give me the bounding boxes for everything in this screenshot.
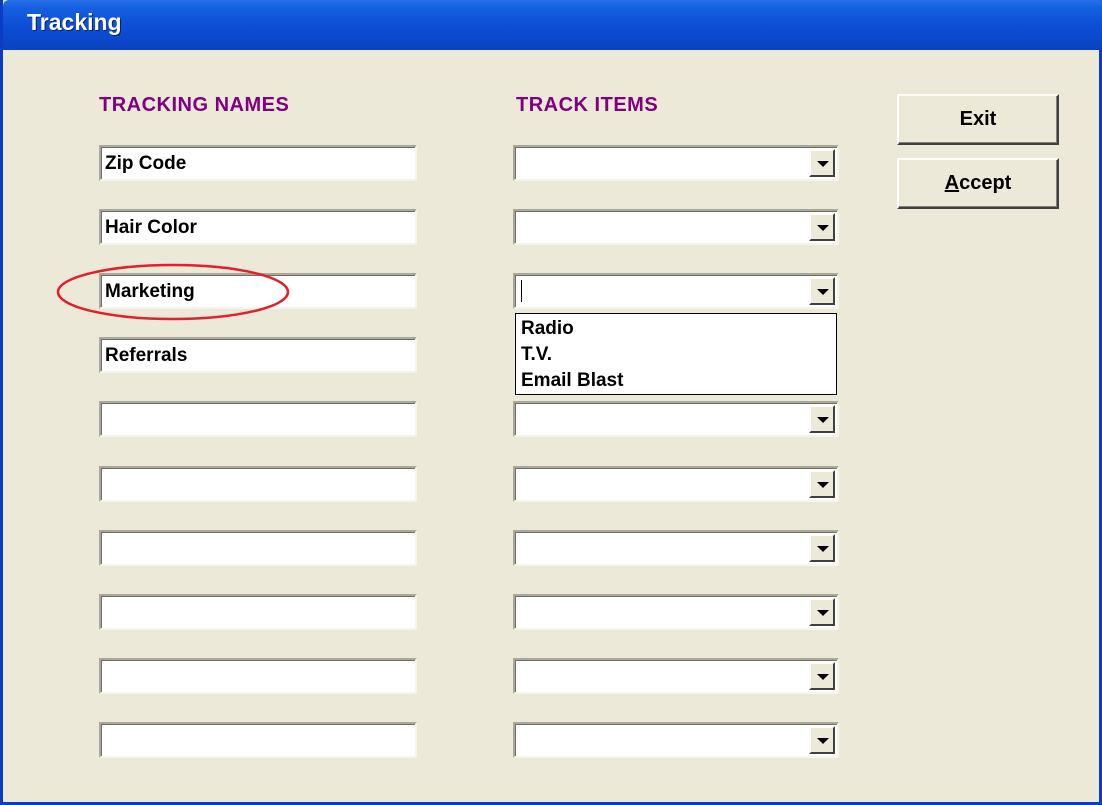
- exit-button[interactable]: Exit: [897, 94, 1059, 145]
- tracking-name-field[interactable]: [99, 594, 417, 630]
- track-item-combo[interactable]: [513, 594, 839, 630]
- tracking-name-field[interactable]: [99, 401, 417, 437]
- tracking-name-field[interactable]: Zip Code: [99, 145, 417, 181]
- track-items-header: TRACK ITEMS: [516, 94, 659, 116]
- track-item-combo[interactable]: [513, 145, 839, 181]
- track-item-combo-marketing[interactable]: [513, 273, 839, 309]
- track-items-dropdown-list[interactable]: Radio T.V. Email Blast: [515, 313, 837, 395]
- accept-label: ccept: [959, 172, 1012, 194]
- chevron-down-icon[interactable]: [809, 149, 835, 177]
- tracking-name-field[interactable]: Hair Color: [99, 209, 417, 245]
- text-caret: [521, 280, 522, 302]
- tracking-name-field[interactable]: Marketing: [99, 273, 417, 309]
- accept-button[interactable]: Accept: [897, 158, 1059, 209]
- tracking-name-field[interactable]: [99, 466, 417, 502]
- track-item-combo[interactable]: [513, 209, 839, 245]
- track-item-combo[interactable]: [513, 722, 839, 758]
- chevron-down-icon[interactable]: [809, 470, 835, 498]
- chevron-down-icon[interactable]: [809, 662, 835, 690]
- tracking-window: Tracking TRACKING NAMES TRACK ITEMS Zip …: [0, 0, 1102, 805]
- tracking-name-field[interactable]: Referrals: [99, 337, 417, 373]
- title-bar[interactable]: Tracking: [3, 0, 1102, 50]
- tracking-name-field[interactable]: [99, 722, 417, 758]
- tracking-name-field[interactable]: [99, 530, 417, 566]
- track-item-combo[interactable]: [513, 658, 839, 694]
- track-item-combo[interactable]: [513, 401, 839, 437]
- chevron-down-icon[interactable]: [809, 277, 835, 305]
- chevron-down-icon[interactable]: [809, 213, 835, 241]
- track-item-combo[interactable]: [513, 530, 839, 566]
- window-title: Tracking: [27, 9, 122, 35]
- accept-accelerator: A: [944, 172, 960, 194]
- dropdown-option-tv[interactable]: T.V.: [521, 342, 836, 368]
- tracking-name-field[interactable]: [99, 658, 417, 694]
- chevron-down-icon[interactable]: [809, 405, 835, 433]
- track-item-combo[interactable]: [513, 466, 839, 502]
- chevron-down-icon[interactable]: [809, 726, 835, 754]
- dropdown-option-email-blast[interactable]: Email Blast: [521, 368, 836, 394]
- chevron-down-icon[interactable]: [809, 534, 835, 562]
- chevron-down-icon[interactable]: [809, 598, 835, 626]
- dropdown-option-radio[interactable]: Radio: [521, 316, 836, 342]
- tracking-names-header: TRACKING NAMES: [99, 94, 290, 116]
